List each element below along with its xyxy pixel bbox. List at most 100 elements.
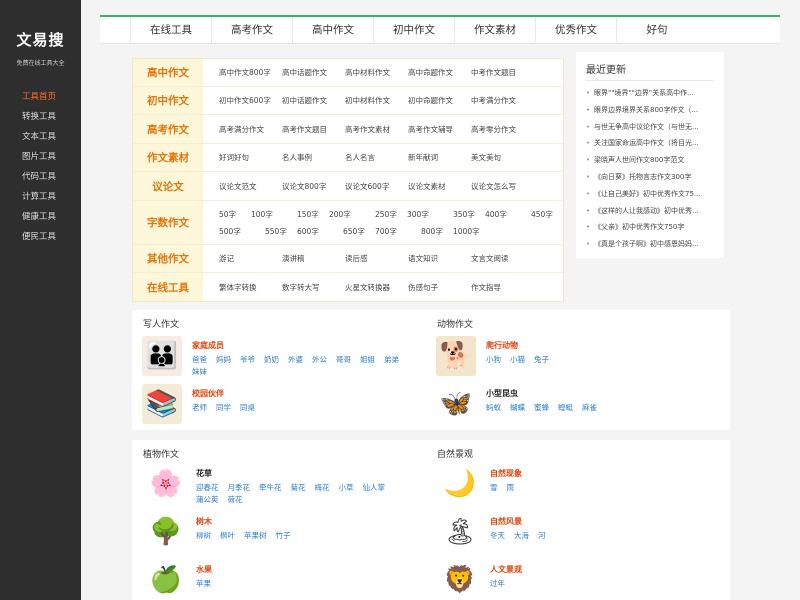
sidebar-item-code-tools[interactable]: 代码工具 [0, 167, 81, 187]
sidebar-item-home[interactable]: 工具首页 [0, 87, 81, 107]
sidebar-item-health-tools[interactable]: 健康工具 [0, 207, 81, 227]
category-link[interactable]: 150字 [297, 209, 329, 220]
group-name[interactable]: 人文景观 [490, 564, 715, 575]
recent-item[interactable]: 《这样的人让我感动》初中优秀... [586, 203, 714, 220]
topic-link[interactable]: 同桌 [240, 402, 255, 414]
tab-gaokao-essay[interactable]: 高考作文 [211, 17, 292, 43]
family-photo-icon[interactable]: 👪 [142, 336, 182, 376]
students-photo-icon[interactable]: 📚 [142, 384, 182, 424]
topic-link[interactable]: 柳树 [196, 530, 211, 542]
tab-good-sentences[interactable]: 好句 [616, 17, 697, 43]
sidebar-item-life-tools[interactable]: 便民工具 [0, 227, 81, 247]
butterfly-photo-icon[interactable]: 🦋 [436, 384, 476, 424]
fruit-icon[interactable]: 🍏 [146, 560, 186, 600]
category-link[interactable]: 高考满分作文 [219, 124, 282, 135]
category-link[interactable]: 火星文转换器 [345, 282, 408, 293]
topic-link[interactable]: 牵牛花 [259, 482, 282, 494]
category-link[interactable]: 文言文阅读 [471, 253, 534, 264]
category-link[interactable]: 650字 [343, 226, 375, 237]
topic-link[interactable]: 奶奶 [264, 354, 279, 366]
recent-item[interactable]: 眼界边界境界关系800字作文（... [586, 102, 714, 119]
category-link[interactable]: 初中作文600字 [219, 95, 282, 106]
group-name[interactable]: 树木 [196, 516, 421, 527]
category-link[interactable]: 议论文800字 [282, 181, 345, 192]
topic-link[interactable]: 蒲公英 [196, 494, 219, 506]
group-name[interactable]: 校园伙伴 [192, 388, 417, 399]
group-name[interactable]: 家庭成员 [192, 340, 417, 351]
topic-link[interactable]: 苹果树 [244, 530, 267, 542]
category-label[interactable]: 议论文 [133, 172, 203, 200]
category-label[interactable]: 高考作文 [133, 115, 203, 143]
category-link[interactable]: 新年献词 [408, 152, 471, 163]
tab-middleschool-essay[interactable]: 初中作文 [373, 17, 454, 43]
category-link[interactable]: 美文美句 [471, 152, 534, 163]
moon-icon[interactable]: 🌙 [440, 464, 480, 504]
topic-link[interactable]: 迎春花 [196, 482, 219, 494]
category-link[interactable]: 450字 [531, 209, 563, 220]
category-link[interactable]: 语文知识 [408, 253, 471, 264]
category-link[interactable]: 250字 [375, 209, 407, 220]
recent-item[interactable]: 关注国家命运高中作文（将目光... [586, 135, 714, 152]
category-label[interactable]: 其他作文 [133, 245, 203, 272]
topic-link[interactable]: 苹果 [196, 578, 211, 590]
category-link[interactable]: 议论文600字 [345, 181, 408, 192]
topic-link[interactable]: 姐姐 [360, 354, 375, 366]
category-label[interactable]: 在线工具 [133, 273, 203, 301]
topic-link[interactable]: 梅花 [315, 482, 330, 494]
topic-link[interactable]: 同学 [216, 402, 231, 414]
category-link[interactable]: 初中命题作文 [408, 95, 471, 106]
topic-link[interactable]: 哥哥 [336, 354, 351, 366]
topic-link[interactable]: 兔子 [534, 354, 549, 366]
category-link[interactable]: 演讲稿 [282, 253, 345, 264]
lion-icon[interactable]: 🦁 [440, 560, 480, 600]
topic-link[interactable]: 小狗 [486, 354, 501, 366]
tab-excellent-essay[interactable]: 优秀作文 [535, 17, 616, 43]
flower-icon[interactable]: 🌸 [146, 464, 186, 504]
topic-link[interactable]: 爷爷 [240, 354, 255, 366]
category-link[interactable]: 400字 [485, 209, 531, 220]
category-link[interactable]: 550字 [265, 226, 297, 237]
category-label[interactable]: 字数作文 [133, 201, 203, 244]
topic-link[interactable]: 枫叶 [220, 530, 235, 542]
recent-item[interactable]: 《父亲》初中优秀作文750字 [586, 219, 714, 236]
topic-link[interactable]: 老师 [192, 402, 207, 414]
tree-icon[interactable]: 🌳 [146, 512, 186, 552]
category-link[interactable]: 高中话题作文 [282, 67, 345, 78]
category-label[interactable]: 初中作文 [133, 87, 203, 114]
recent-item[interactable]: 《真是个孩子啊》初中感恩妈妈... [586, 236, 714, 253]
recent-item[interactable]: 与世无争高中议论作文（与世无... [586, 119, 714, 136]
sidebar-item-text-tools[interactable]: 文本工具 [0, 127, 81, 147]
topic-link[interactable]: 河 [538, 530, 546, 542]
island-icon[interactable]: 🏝 [440, 512, 480, 552]
category-link[interactable]: 350字 [453, 209, 485, 220]
recent-item[interactable]: 《向日葵》托物言志作文300字 [586, 169, 714, 186]
category-link[interactable]: 数字转大写 [282, 282, 345, 293]
group-name[interactable]: 小型昆虫 [486, 388, 711, 399]
site-logo[interactable]: 文易搜 [0, 29, 81, 50]
category-link[interactable]: 100字 [251, 209, 297, 220]
category-link[interactable]: 高中材料作文 [345, 67, 408, 78]
category-link[interactable]: 繁体字转换 [219, 282, 282, 293]
topic-link[interactable]: 蝴蝶 [510, 402, 525, 414]
topic-link[interactable]: 小草 [339, 482, 354, 494]
category-link[interactable]: 游记 [219, 253, 282, 264]
category-link[interactable]: 作文指导 [471, 282, 534, 293]
category-link[interactable]: 50字 [219, 209, 251, 220]
category-link[interactable]: 读后感 [345, 253, 408, 264]
category-label[interactable]: 作文素材 [133, 144, 203, 171]
topic-link[interactable]: 蜜蜂 [534, 402, 549, 414]
category-link[interactable]: 议论文素材 [408, 181, 471, 192]
category-link[interactable]: 名人名言 [345, 152, 408, 163]
topic-link[interactable]: 外婆 [288, 354, 303, 366]
category-link[interactable]: 高考作文辅导 [408, 124, 471, 135]
topic-link[interactable]: 外公 [312, 354, 327, 366]
group-name[interactable]: 水果 [196, 564, 421, 575]
topic-link[interactable]: 雨 [507, 482, 515, 494]
category-link[interactable]: 中考满分作文 [471, 95, 534, 106]
topic-link[interactable]: 仙人掌 [363, 482, 386, 494]
topic-link[interactable]: 妹妹 [192, 366, 207, 378]
category-link[interactable]: 议论文怎么写 [471, 181, 534, 192]
topic-link[interactable]: 大海 [514, 530, 529, 542]
topic-link[interactable]: 蚂蚁 [486, 402, 501, 414]
sidebar-item-image-tools[interactable]: 图片工具 [0, 147, 81, 167]
